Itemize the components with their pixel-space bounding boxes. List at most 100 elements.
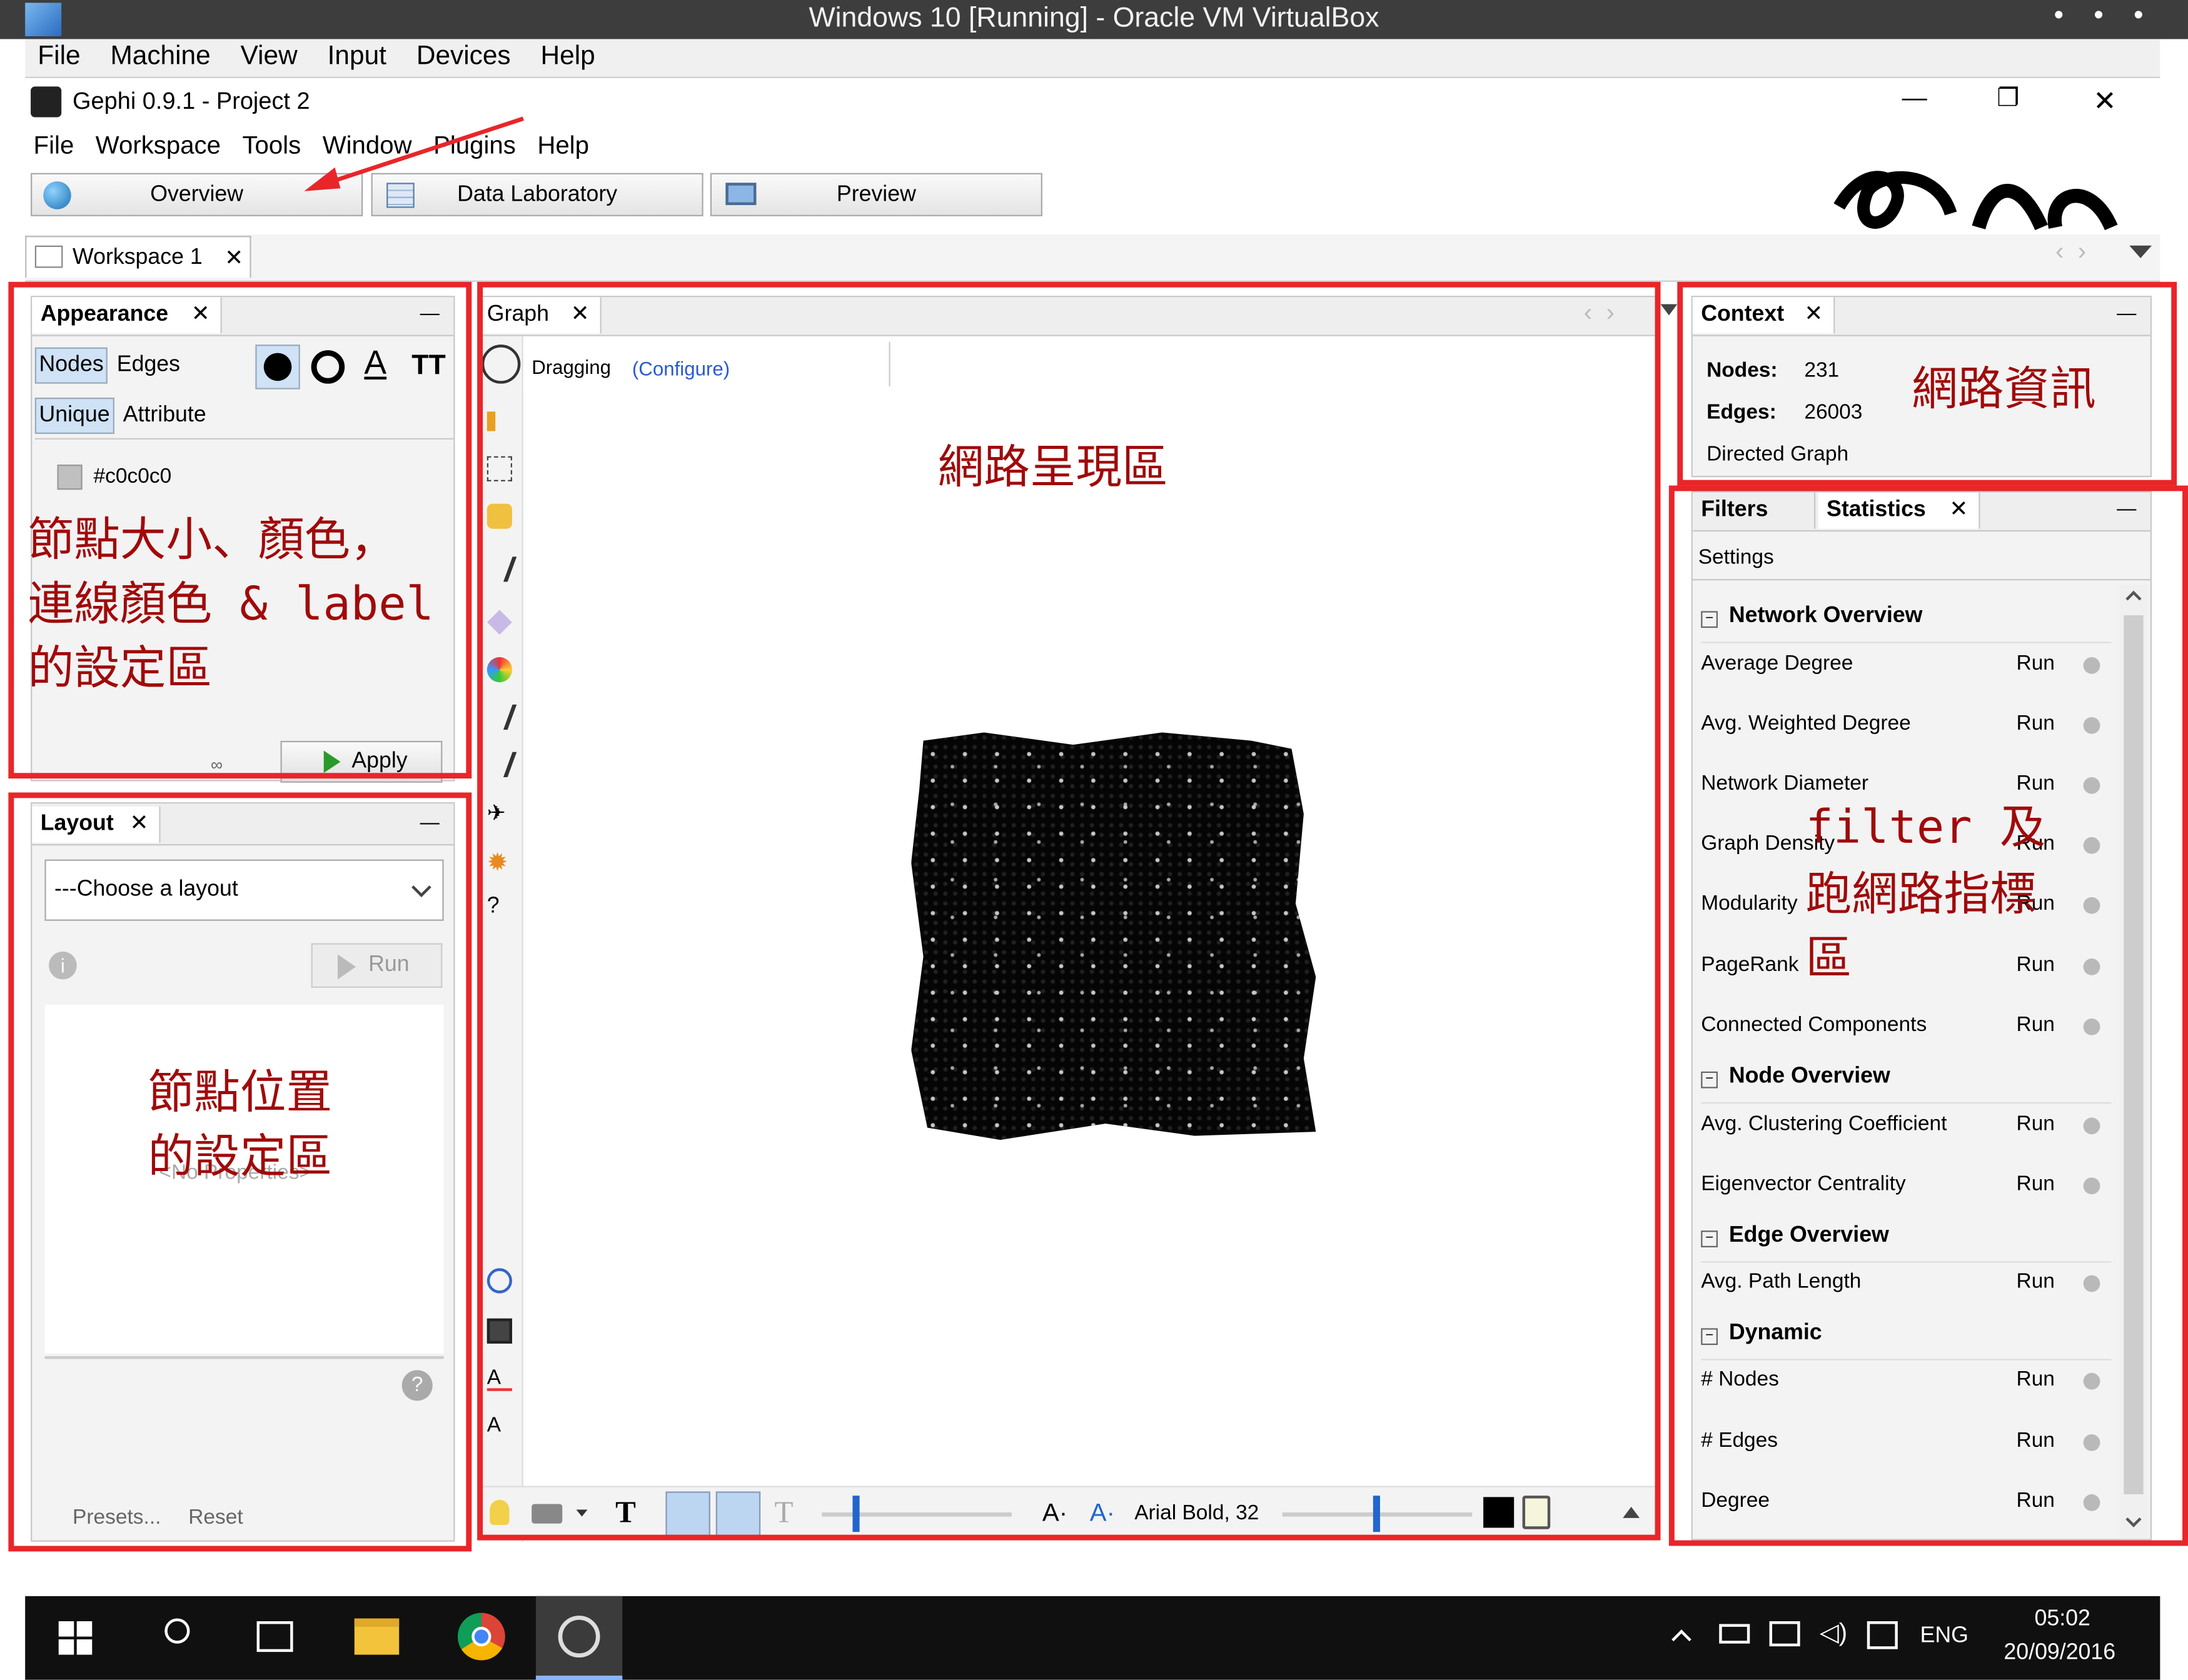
network-icon[interactable] [1769,1621,1800,1647]
font-size-up-icon[interactable]: A· [1090,1499,1115,1528]
configure-link[interactable]: (Configure) [632,357,730,380]
filters-tab[interactable]: Filters [1692,492,1816,529]
chrome-icon[interactable] [457,1612,505,1661]
unique-tab[interactable]: Unique [34,397,114,434]
background-color-icon[interactable] [487,1318,512,1344]
graph-nav-arrows[interactable]: ‹› [1584,299,1628,328]
font-color-icon[interactable]: A [487,1366,512,1391]
camera-dropdown-icon[interactable] [576,1509,588,1517]
edge-slider-thumb[interactable] [852,1496,860,1532]
run-button[interactable]: Run [2017,1013,2055,1037]
brush-icon[interactable] [482,704,517,730]
edge-straight-icon[interactable] [665,1491,710,1536]
vbox-menu-view[interactable]: View [228,39,309,73]
edges-tab[interactable]: Edges [114,349,183,383]
run-button[interactable]: Run [2017,1429,2055,1452]
apply-button[interactable]: Apply [280,740,443,783]
restore-button[interactable]: ❐ [1997,84,2019,113]
clipboard-icon[interactable] [1522,1496,1551,1529]
workspace-dropdown-icon[interactable] [2129,245,2152,258]
appearance-tab[interactable]: Appearance ✕ [32,297,222,334]
graph-close-icon[interactable]: ✕ [571,297,590,333]
text-icon[interactable]: T [615,1494,636,1531]
vbox-menu-input[interactable]: Input [315,39,398,73]
workspace-nav-arrows[interactable]: ‹› [2055,237,2100,266]
label-size-icon[interactable]: TT [411,350,446,382]
windows-start-icon[interactable] [58,1621,93,1655]
task-view-icon[interactable] [256,1621,293,1652]
run-button[interactable]: Run [2017,1112,2055,1136]
info-icon[interactable]: i [49,951,77,980]
statistics-scrollbar[interactable] [2119,584,2148,1539]
volume-icon[interactable]: ◁) [1820,1619,1847,1648]
layout-select[interactable]: ---Choose a layout [44,859,444,921]
language-indicator[interactable]: ENG [1920,1624,1969,1649]
attribute-tab[interactable]: Attribute [120,399,209,433]
workspace-close-icon[interactable]: ✕ [224,244,243,273]
gear-icon[interactable]: ✹ [487,850,512,875]
color-burst-icon[interactable] [487,657,512,683]
presets-button[interactable]: Presets... [73,1506,161,1529]
file-explorer-icon[interactable] [354,1618,400,1655]
label-slider-thumb[interactable] [1373,1496,1380,1532]
layout-tab[interactable]: Layout ✕ [32,806,161,843]
edge-weight-slider[interactable] [822,1512,1012,1517]
font-size-down-icon[interactable]: A· [1042,1499,1067,1528]
close-button[interactable]: ✕ [2093,84,2116,119]
collapse-icon[interactable]: − [1701,611,1718,628]
context-close-icon[interactable]: ✕ [1804,297,1823,333]
font-icon[interactable]: A [487,1414,512,1439]
vbox-menu-devices[interactable]: Devices [404,39,522,73]
reset-button[interactable]: Reset [188,1506,243,1529]
graph-tab[interactable]: Graph ✕ [478,297,602,334]
layout-minimize-button[interactable]: — [420,811,440,833]
label-icon[interactable]: T [774,1494,793,1531]
label-color-swatch[interactable] [1483,1497,1515,1528]
layout-close-icon[interactable]: ✕ [130,807,149,843]
vbox-menu-machine[interactable]: Machine [98,39,221,73]
run-button[interactable]: Run [2017,712,2055,735]
scroll-down-icon[interactable] [2125,1511,2142,1527]
rectangle-select-icon[interactable] [487,456,512,481]
gephi-taskbar-icon[interactable] [535,1596,623,1680]
run-button[interactable]: Run [2017,1367,2055,1391]
vbox-menu-file[interactable]: File [25,39,91,73]
run-button[interactable]: Run [2017,1172,2055,1195]
lightbulb-icon[interactable] [490,1499,510,1526]
clock-date[interactable]: 20/09/2016 [2004,1641,2115,1666]
brush2-icon[interactable] [482,752,517,777]
center-icon[interactable] [487,1268,512,1294]
color-swatch[interactable] [57,465,83,490]
layout-run-button[interactable]: Run [311,943,443,988]
font-name[interactable]: Arial Bold, 32 [1134,1501,1259,1525]
scroll-up-icon[interactable] [2125,590,2142,606]
collapse-icon[interactable]: − [1701,1071,1718,1089]
run-button[interactable]: Run [2017,953,2055,977]
diamond-icon[interactable] [487,610,512,635]
edge-color-icon[interactable] [715,1491,761,1536]
workspace-tab[interactable]: Workspace 1 ✕ [25,236,251,278]
graph-corner-dropdown-icon[interactable] [1660,304,1678,316]
tab-preview[interactable]: Preview [710,173,1042,216]
pencil-icon[interactable] [482,556,517,582]
gephi-menu-file[interactable]: File [25,128,81,160]
minimize-button[interactable]: — [1902,84,1927,113]
size-icon[interactable] [311,350,345,384]
run-button[interactable]: Run [2017,651,2055,675]
context-minimize-button[interactable]: — [2117,301,2136,324]
plane-icon[interactable]: ✈ [487,802,512,827]
gephi-menu-workspace[interactable]: Workspace [87,128,228,160]
clock-time[interactable]: 05:02 [2035,1607,2090,1632]
vbox-menu-help[interactable]: Help [528,39,606,73]
battery-icon[interactable] [1719,1624,1750,1644]
graph-visualization[interactable] [911,732,1316,1140]
help-icon[interactable]: ? [401,1370,433,1401]
statistics-tab[interactable]: Statistics ✕ [1818,492,1980,529]
statistics-close-icon[interactable]: ✕ [1949,493,1968,529]
search-icon[interactable] [164,1618,190,1644]
label-color-icon[interactable]: A [364,345,386,383]
nodes-tab[interactable]: Nodes [34,347,108,384]
palette-icon[interactable] [255,345,300,390]
notification-icon[interactable] [1867,1621,1898,1649]
run-button[interactable]: Run [2017,1489,2055,1512]
